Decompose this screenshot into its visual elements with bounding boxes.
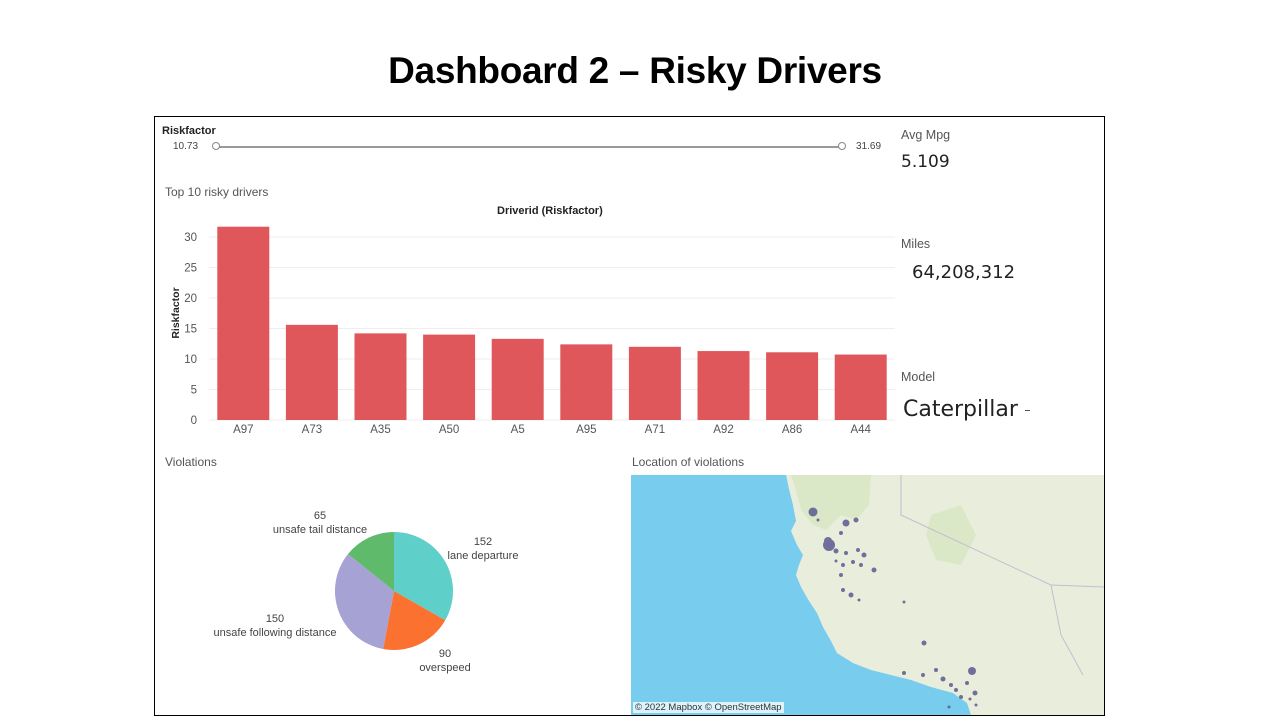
y-tick-label: 5 bbox=[191, 385, 197, 397]
bar[interactable] bbox=[766, 352, 819, 420]
x-tick-label: A50 bbox=[439, 424, 459, 436]
x-tick-label: A92 bbox=[713, 424, 733, 436]
avg-mpg-label: Avg Mpg bbox=[901, 128, 951, 142]
bar[interactable] bbox=[628, 346, 681, 420]
y-tick-label: 25 bbox=[184, 263, 197, 275]
x-tick-label: A5 bbox=[511, 424, 525, 436]
y-tick-label: 0 bbox=[191, 415, 197, 427]
map-canvas bbox=[631, 475, 1104, 715]
x-tick-label: A97 bbox=[233, 424, 253, 436]
pie-value-label: 65 bbox=[314, 510, 326, 522]
y-tick-label: 30 bbox=[184, 232, 197, 244]
x-tick-label: A44 bbox=[850, 424, 871, 436]
dashboard: Riskfactor 10.73 31.69 Avg Mpg 5.109 Mil… bbox=[154, 116, 1105, 716]
x-tick-label: A95 bbox=[576, 424, 596, 436]
y-tick-label: 10 bbox=[184, 354, 197, 366]
violations-title: Violations bbox=[165, 455, 217, 469]
pie-category-label: overspeed bbox=[419, 662, 470, 674]
page-title: Dashboard 2 – Risky Drivers bbox=[388, 50, 882, 91]
violations-map[interactable]: © 2022 Mapbox © OpenStreetMap bbox=[631, 475, 1104, 715]
y-axis-label: Riskfactor bbox=[170, 287, 182, 338]
pie-category-label: lane departure bbox=[448, 550, 519, 562]
miles-label: Miles bbox=[901, 237, 931, 251]
bar[interactable] bbox=[354, 333, 407, 420]
model-value: Caterpillar bbox=[903, 397, 1018, 422]
y-tick-label: 15 bbox=[184, 324, 197, 336]
bar[interactable] bbox=[217, 226, 270, 420]
pie-value-label: 90 bbox=[439, 648, 451, 660]
x-tick-label: A35 bbox=[370, 424, 390, 436]
bar[interactable] bbox=[423, 334, 476, 420]
bar[interactable] bbox=[491, 338, 544, 420]
bar-chart[interactable]: Riskfactor 0 5 10 15 20 25 30 A97 A73 A35 A50 A5 A9… bbox=[155, 117, 900, 447]
y-tick-label: 20 bbox=[184, 293, 197, 305]
map-attribution: © 2022 Mapbox © OpenStreetMap bbox=[633, 702, 784, 713]
model-label: Model bbox=[901, 370, 936, 384]
bar[interactable] bbox=[560, 344, 613, 420]
x-tick-label: A71 bbox=[645, 424, 665, 436]
pie-category-label: unsafe tail distance bbox=[273, 524, 367, 536]
bar[interactable] bbox=[834, 354, 887, 420]
map-title: Location of violations bbox=[632, 455, 745, 469]
pie-category-label: unsafe following distance bbox=[214, 627, 337, 639]
miles-value: 64,208,312 bbox=[912, 262, 1016, 283]
pie-value-label: 152 bbox=[474, 536, 492, 548]
pie-value-label: 150 bbox=[266, 613, 284, 625]
x-tick-label: A86 bbox=[782, 424, 802, 436]
violations-pie-chart[interactable]: 152 lane departure 90 overspeed 150 unsafe fo… bbox=[155, 475, 625, 715]
bar[interactable] bbox=[285, 324, 338, 420]
avg-mpg-value: 5.109 bbox=[901, 152, 950, 172]
x-tick-label: A73 bbox=[302, 424, 322, 436]
bar[interactable] bbox=[697, 351, 750, 420]
model-dropdown-icon[interactable] bbox=[1025, 410, 1030, 411]
